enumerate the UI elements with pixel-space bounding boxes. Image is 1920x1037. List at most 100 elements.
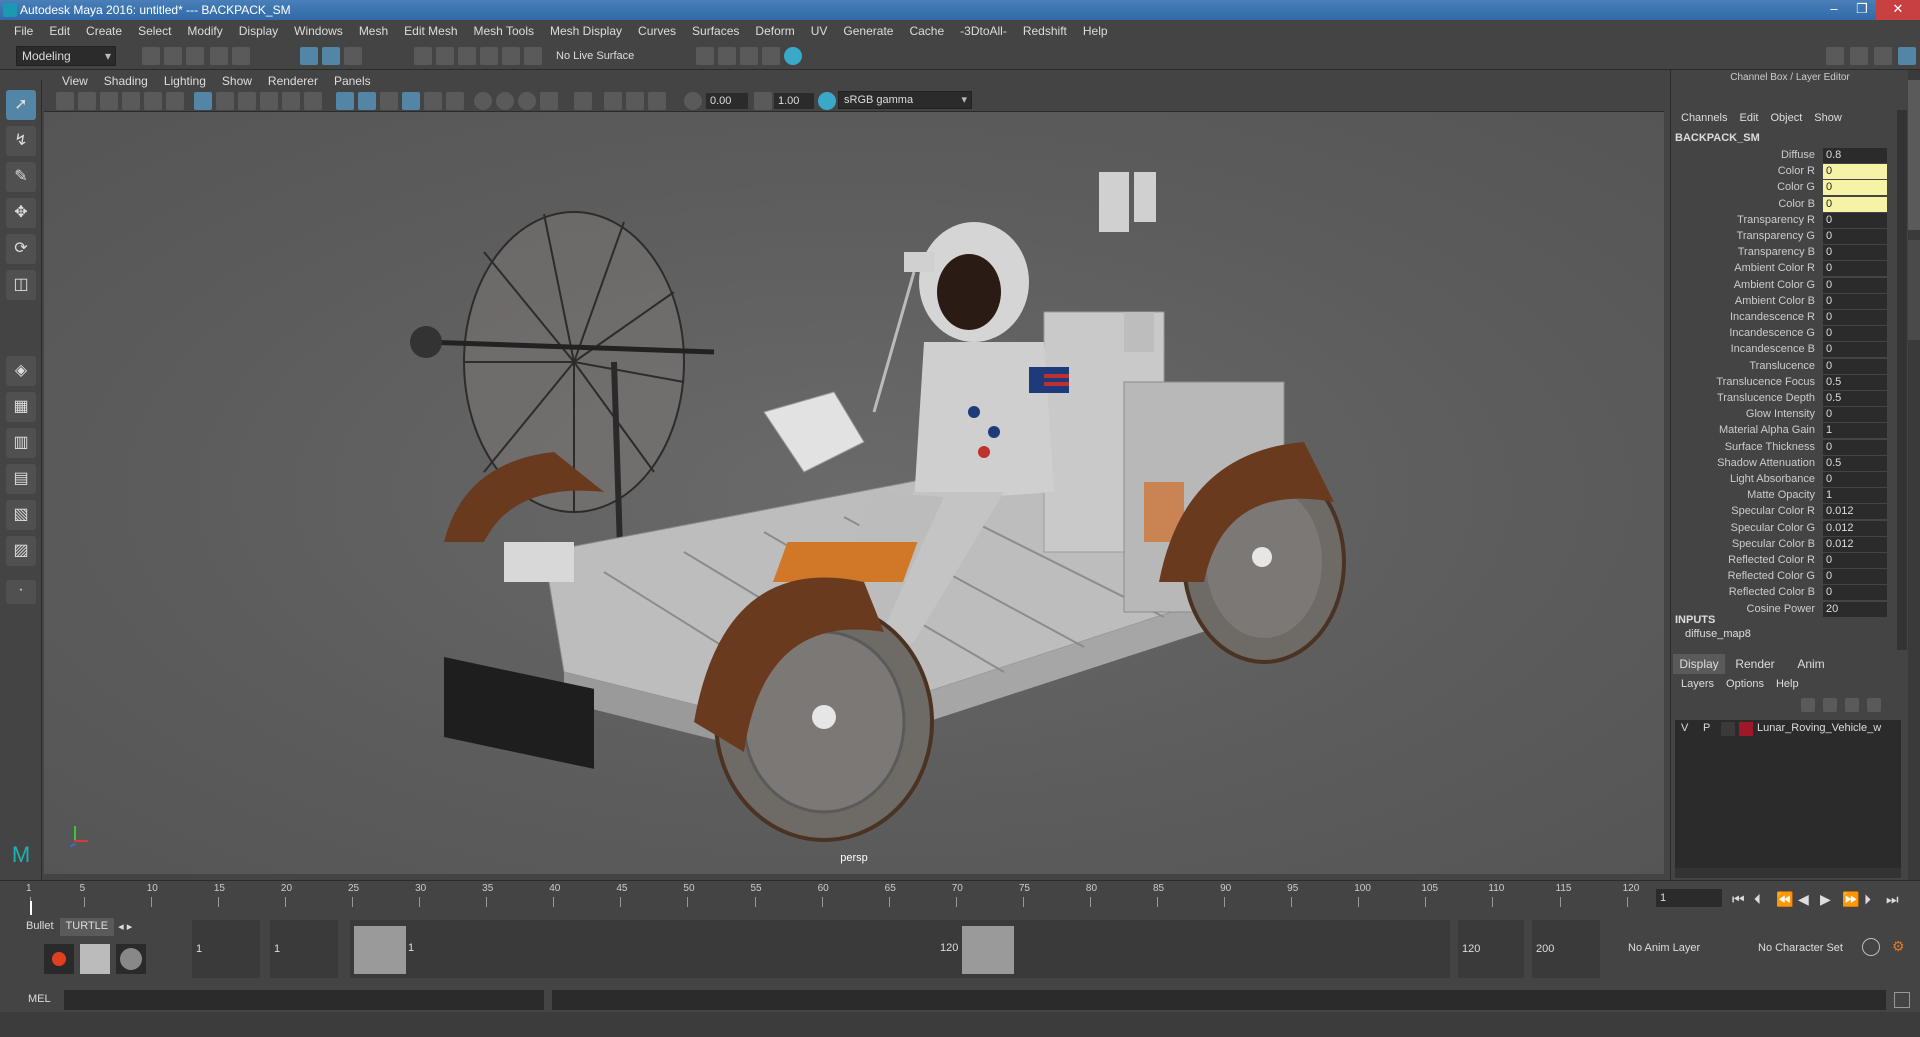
command-language-label[interactable]: MEL xyxy=(28,993,51,1005)
snap-view-icon[interactable] xyxy=(480,47,498,65)
menu-help[interactable]: Help xyxy=(1075,24,1116,38)
channel-row[interactable]: Surface Thickness 0 xyxy=(1671,439,1909,456)
select-component-icon[interactable] xyxy=(344,47,362,65)
undo-icon[interactable] xyxy=(210,47,228,65)
hypershade-icon[interactable] xyxy=(762,47,780,65)
layer-tab-display[interactable]: Display xyxy=(1673,654,1725,674)
new-scene-icon[interactable] xyxy=(142,47,160,65)
channel-row[interactable]: Ambient Color B 0 xyxy=(1671,293,1909,310)
render-current-icon[interactable] xyxy=(696,47,714,65)
channel-label[interactable]: Ambient Color R xyxy=(1734,262,1815,274)
paint-select-icon[interactable]: ✎ xyxy=(6,162,36,192)
menu-uv[interactable]: UV xyxy=(803,24,836,38)
depth-of-field-icon[interactable] xyxy=(540,92,558,110)
menu-select[interactable]: Select xyxy=(130,24,179,38)
mode-selector[interactable]: Modeling xyxy=(16,46,116,66)
channel-row[interactable]: Transparency G 0 xyxy=(1671,229,1909,245)
gamma-field[interactable]: 1.00 xyxy=(774,93,814,109)
channel-value-field[interactable]: 0 xyxy=(1823,553,1887,568)
playback-start-field[interactable]: 1 xyxy=(270,920,338,978)
current-time-marker[interactable] xyxy=(30,901,32,915)
go-to-end-icon[interactable]: ⏭ xyxy=(1886,891,1899,908)
grid-icon[interactable] xyxy=(194,92,212,110)
layer-tab-render[interactable]: Render xyxy=(1729,654,1781,674)
menu-create[interactable]: Create xyxy=(78,24,130,38)
image-plane-icon[interactable] xyxy=(122,92,140,110)
channel-row[interactable]: Glow Intensity 0 xyxy=(1671,407,1909,423)
textured-icon[interactable] xyxy=(402,92,420,110)
rotate-tool-icon[interactable]: ⟳ xyxy=(6,234,36,264)
layer-playback-toggle[interactable]: P xyxy=(1703,722,1710,734)
channel-label[interactable]: Surface Thickness xyxy=(1725,441,1815,453)
shelf-tab-bullet[interactable]: Bullet xyxy=(20,918,60,936)
channel-value-field[interactable]: 1 xyxy=(1823,488,1887,504)
time-ruler[interactable]: 1 5 10 15 20 25 30 35 40 45 50 55 60 65 70 75 80 85 90 95 10… xyxy=(26,883,1640,913)
command-input[interactable] xyxy=(64,990,544,1010)
channel-value-field[interactable]: 0.8 xyxy=(1823,148,1887,163)
channel-row[interactable]: Incandescence G 0 xyxy=(1671,326,1909,342)
channel-scrollbar[interactable] xyxy=(1897,110,1907,650)
channel-value-field[interactable]: 0 xyxy=(1823,358,1887,374)
single-perspective-icon[interactable]: ◈ xyxy=(6,356,36,386)
channel-row[interactable]: Translucence 0 xyxy=(1671,358,1909,375)
film-gate-icon[interactable] xyxy=(216,92,234,110)
channel-label[interactable]: Transparency B xyxy=(1738,246,1815,258)
2d-pan-zoom-icon[interactable] xyxy=(144,92,162,110)
play-forward-icon[interactable]: ▶ xyxy=(1820,891,1831,908)
channel-value-field[interactable]: 0 xyxy=(1823,407,1887,423)
range-slider[interactable]: 1 120 xyxy=(350,920,1450,978)
menu-display[interactable]: Display xyxy=(231,24,286,38)
channel-label[interactable]: Specular Color G xyxy=(1731,522,1815,534)
use-default-material-icon[interactable] xyxy=(380,92,398,110)
layer-menu-options[interactable]: Options xyxy=(1720,678,1770,690)
new-layer-selected-icon[interactable] xyxy=(1867,698,1881,712)
save-scene-icon[interactable] xyxy=(186,47,204,65)
playback-end-field[interactable]: 120 xyxy=(1458,920,1524,978)
channel-label[interactable]: Incandescence G xyxy=(1729,327,1815,339)
redo-icon[interactable] xyxy=(232,47,250,65)
channel-row[interactable]: Color G 0 xyxy=(1671,180,1909,196)
channel-menu-edit[interactable]: Edit xyxy=(1733,112,1764,124)
field-chart-icon[interactable] xyxy=(282,92,300,110)
channel-label[interactable]: Transparency R xyxy=(1737,214,1815,226)
exposure-field[interactable]: 0.00 xyxy=(706,93,748,109)
channel-label[interactable]: Color R xyxy=(1778,165,1815,177)
camera-attributes-icon[interactable] xyxy=(78,92,96,110)
ipr-render-icon[interactable] xyxy=(718,47,736,65)
exposure-icon[interactable] xyxy=(684,92,702,110)
channel-row[interactable]: Specular Color B 0.012 xyxy=(1671,536,1909,553)
channel-label[interactable]: Transparency G xyxy=(1737,230,1815,242)
workspace-icon[interactable] xyxy=(1826,47,1844,65)
side-tab-channel-box[interactable] xyxy=(1908,80,1920,230)
grease-pencil-icon[interactable] xyxy=(166,92,184,110)
four-view-icon[interactable]: ▦ xyxy=(6,392,36,422)
persp-hypershade-icon[interactable]: ▧ xyxy=(6,500,36,530)
minimize-icon[interactable]: – xyxy=(1820,0,1848,20)
channel-row[interactable]: Specular Color G 0.012 xyxy=(1671,520,1909,537)
viewport-persp[interactable]: persp xyxy=(44,112,1664,874)
channel-value-field[interactable]: 0.012 xyxy=(1823,536,1887,552)
gamma-icon[interactable] xyxy=(754,92,772,110)
channel-value-field[interactable]: 1 xyxy=(1823,423,1887,439)
expand-layouts-icon[interactable]: · xyxy=(6,580,36,604)
snap-vertex-icon[interactable] xyxy=(524,47,542,65)
color-space-dropdown[interactable]: sRGB gamma xyxy=(838,91,972,109)
channel-row[interactable]: Incandescence B 0 xyxy=(1671,342,1909,358)
channel-value-field[interactable]: 0 xyxy=(1823,310,1887,325)
channel-row[interactable]: Reflected Color G 0 xyxy=(1671,569,1909,585)
viewport-menu-show[interactable]: Show xyxy=(214,74,260,88)
layer-visibility-toggle[interactable]: V xyxy=(1681,722,1688,734)
current-frame-field[interactable]: 1 xyxy=(1656,889,1722,907)
smooth-shade-icon[interactable] xyxy=(358,92,376,110)
channel-label[interactable]: Translucence Depth xyxy=(1717,392,1815,404)
snap-grid-icon[interactable] xyxy=(414,47,432,65)
character-set-dropdown[interactable]: No Character Set xyxy=(1758,942,1843,954)
isolate-select-icon[interactable] xyxy=(574,92,592,110)
channel-row[interactable]: Translucence Depth 0.5 xyxy=(1671,391,1909,407)
channel-label[interactable]: Translucence xyxy=(1749,360,1815,372)
render-view-icon[interactable] xyxy=(784,47,802,65)
channel-value-field[interactable]: 0 xyxy=(1823,245,1887,261)
channel-value-field[interactable]: 0 xyxy=(1823,569,1887,585)
layer-row[interactable]: V P Lunar_Roving_Vehicle_w xyxy=(1675,720,1901,738)
snap-point-icon[interactable] xyxy=(458,47,476,65)
